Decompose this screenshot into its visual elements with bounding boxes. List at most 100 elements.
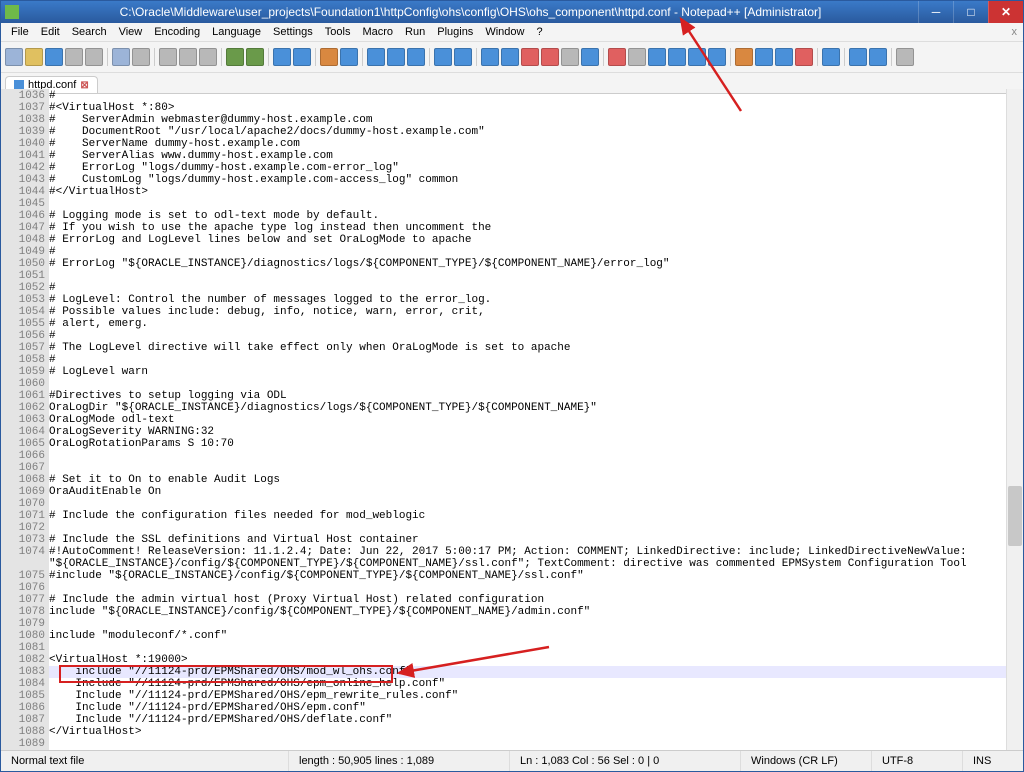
menu-file[interactable]: File: [5, 26, 35, 38]
toolbar-button-50[interactable]: [849, 48, 867, 66]
toolbar-button-3[interactable]: [65, 48, 83, 66]
toolbar-button-13[interactable]: [226, 48, 244, 66]
menu-help[interactable]: ?: [530, 26, 548, 38]
code-line[interactable]: [49, 618, 1006, 630]
toolbar-button-7[interactable]: [132, 48, 150, 66]
menu-encoding[interactable]: Encoding: [148, 26, 206, 38]
code-line[interactable]: #: [49, 246, 1006, 258]
code-line[interactable]: #include "${ORACLE_INSTANCE}/config/${CO…: [49, 570, 1006, 582]
code-line[interactable]: Include "//11124-prd/EPMShared/OHS/defla…: [49, 714, 1006, 726]
code-line[interactable]: [49, 642, 1006, 654]
toolbar-button-20[interactable]: [340, 48, 358, 66]
code-line[interactable]: [49, 738, 1006, 750]
toolbar-button-37[interactable]: [628, 48, 646, 66]
code-line[interactable]: [49, 522, 1006, 534]
code-area[interactable]: ##<VirtualHost *:80># ServerAdmin webmas…: [49, 89, 1006, 751]
code-line[interactable]: # ServerAdmin webmaster@dummy-host.examp…: [49, 114, 1006, 126]
toolbar-button-9[interactable]: [159, 48, 177, 66]
toolbar-button-23[interactable]: [387, 48, 405, 66]
toolbar-button-45[interactable]: [775, 48, 793, 66]
toolbar-button-16[interactable]: [273, 48, 291, 66]
code-line[interactable]: OraLogRotationParams S 10:70: [49, 438, 1006, 450]
code-line[interactable]: # Include the SSL definitions and Virtua…: [49, 534, 1006, 546]
toolbar-button-17[interactable]: [293, 48, 311, 66]
menu-tools[interactable]: Tools: [319, 26, 357, 38]
code-line[interactable]: include "${ORACLE_INSTANCE}/config/${COM…: [49, 606, 1006, 618]
toolbar-button-51[interactable]: [869, 48, 887, 66]
menu-view[interactable]: View: [113, 26, 149, 38]
menu-language[interactable]: Language: [206, 26, 267, 38]
toolbar-button-24[interactable]: [407, 48, 425, 66]
toolbar-button-38[interactable]: [648, 48, 666, 66]
toolbar-button-34[interactable]: [581, 48, 599, 66]
toolbar-button-14[interactable]: [246, 48, 264, 66]
code-line[interactable]: [49, 450, 1006, 462]
toolbar-button-29[interactable]: [481, 48, 499, 66]
toolbar-button-53[interactable]: [896, 48, 914, 66]
toolbar-button-27[interactable]: [454, 48, 472, 66]
code-line[interactable]: include "moduleconf/*.conf": [49, 630, 1006, 642]
toolbar-button-0[interactable]: [5, 48, 23, 66]
code-line[interactable]: [49, 378, 1006, 390]
toolbar-button-39[interactable]: [668, 48, 686, 66]
toolbar-button-26[interactable]: [434, 48, 452, 66]
code-line[interactable]: # CustomLog "logs/dummy-host.example.com…: [49, 174, 1006, 186]
code-line[interactable]: # Include the admin virtual host (Proxy …: [49, 594, 1006, 606]
code-line[interactable]: </VirtualHost>: [49, 726, 1006, 738]
toolbar-button-36[interactable]: [608, 48, 626, 66]
code-line[interactable]: Include "//11124-prd/EPMShared/OHS/epm.c…: [49, 702, 1006, 714]
code-line[interactable]: #: [49, 330, 1006, 342]
code-line[interactable]: # ErrorLog and LogLevel lines below and …: [49, 234, 1006, 246]
toolbar-button-11[interactable]: [199, 48, 217, 66]
code-line[interactable]: OraLogDir "${ORACLE_INSTANCE}/diagnostic…: [49, 402, 1006, 414]
code-line[interactable]: Include "//11124-prd/EPMShared/OHS/epm_r…: [49, 690, 1006, 702]
code-line[interactable]: [49, 270, 1006, 282]
status-encoding[interactable]: UTF-8: [872, 751, 963, 771]
code-line[interactable]: # The LogLevel directive will take effec…: [49, 342, 1006, 354]
status-insert[interactable]: INS: [963, 751, 1023, 771]
menu-macro[interactable]: Macro: [356, 26, 399, 38]
toolbar-button-22[interactable]: [367, 48, 385, 66]
close-button[interactable]: ✕: [988, 1, 1023, 23]
menu-settings[interactable]: Settings: [267, 26, 319, 38]
code-line[interactable]: # Include the configuration files needed…: [49, 510, 1006, 522]
code-line[interactable]: # Possible values include: debug, info, …: [49, 306, 1006, 318]
code-line[interactable]: include "//11124-prd/EPMShared/OHS/mod_w…: [49, 666, 1006, 678]
code-line[interactable]: #</VirtualHost>: [49, 186, 1006, 198]
toolbar-button-10[interactable]: [179, 48, 197, 66]
menu-window[interactable]: Window: [479, 26, 530, 38]
scroll-thumb[interactable]: [1008, 486, 1022, 546]
toolbar-button-4[interactable]: [85, 48, 103, 66]
code-line[interactable]: OraAuditEnable On: [49, 486, 1006, 498]
code-line[interactable]: <VirtualHost *:19000>: [49, 654, 1006, 666]
toolbar-button-31[interactable]: [521, 48, 539, 66]
code-line[interactable]: OraLogSeverity WARNING:32: [49, 426, 1006, 438]
toolbar-button-33[interactable]: [561, 48, 579, 66]
code-line[interactable]: Include "//11124-prd/EPMShared/OHS/epm_o…: [49, 678, 1006, 690]
toolbar-button-46[interactable]: [795, 48, 813, 66]
code-line[interactable]: #Directives to setup logging via ODL: [49, 390, 1006, 402]
code-line[interactable]: # Set it to On to enable Audit Logs: [49, 474, 1006, 486]
toolbar-button-40[interactable]: [688, 48, 706, 66]
menubar-close-icon[interactable]: x: [1012, 26, 1018, 38]
toolbar-button-2[interactable]: [45, 48, 63, 66]
code-line[interactable]: # ErrorLog "${ORACLE_INSTANCE}/diagnosti…: [49, 258, 1006, 270]
toolbar-button-43[interactable]: [735, 48, 753, 66]
toolbar-button-41[interactable]: [708, 48, 726, 66]
toolbar-button-19[interactable]: [320, 48, 338, 66]
vertical-scrollbar[interactable]: [1006, 89, 1023, 751]
code-line[interactable]: # If you wish to use the apache type log…: [49, 222, 1006, 234]
code-line[interactable]: [49, 462, 1006, 474]
code-line[interactable]: #: [49, 90, 1006, 102]
code-line[interactable]: # ErrorLog "logs/dummy-host.example.com-…: [49, 162, 1006, 174]
code-line[interactable]: #<VirtualHost *:80>: [49, 102, 1006, 114]
titlebar[interactable]: C:\Oracle\Middleware\user_projects\Found…: [1, 1, 1023, 23]
code-line[interactable]: # ServerAlias www.dummy-host.example.com: [49, 150, 1006, 162]
code-line[interactable]: # LogLevel warn: [49, 366, 1006, 378]
code-line[interactable]: # alert, emerg.: [49, 318, 1006, 330]
code-line[interactable]: [49, 198, 1006, 210]
code-line[interactable]: # LogLevel: Control the number of messag…: [49, 294, 1006, 306]
code-line[interactable]: # ServerName dummy-host.example.com: [49, 138, 1006, 150]
menu-edit[interactable]: Edit: [35, 26, 66, 38]
toolbar-button-44[interactable]: [755, 48, 773, 66]
